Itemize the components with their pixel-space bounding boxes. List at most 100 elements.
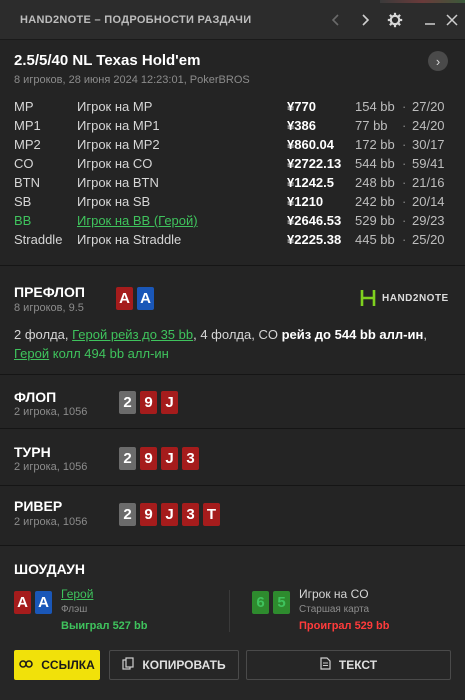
turn-title: ТУРН — [14, 444, 51, 460]
text-button[interactable]: ТЕКСТ — [246, 650, 451, 680]
playing-card: J — [161, 503, 178, 526]
player-stack: ¥2646.53 — [287, 213, 342, 228]
copy-icon — [122, 657, 135, 673]
action-text: колл 494 bb алл-ин — [49, 346, 169, 361]
playing-card: J — [161, 391, 178, 414]
player-name: Игрок на SB — [77, 194, 151, 209]
separator-dot: · — [402, 99, 407, 114]
river-title: РИВЕР — [14, 498, 63, 514]
playing-card: 2 — [119, 503, 136, 526]
player-stats: 25/20 — [412, 232, 445, 247]
player-stats: 27/20 — [412, 99, 445, 114]
flop-section — [0, 375, 465, 428]
link-icon — [19, 658, 33, 672]
player-stack-bb: 242 bb — [355, 194, 395, 209]
player-stats: 24/20 — [412, 118, 445, 133]
chevron-right-icon[interactable] — [355, 10, 375, 30]
player-row: MP Игрок на MP ¥770 154 bb · 27/20 — [0, 99, 465, 118]
player-stack-bb: 154 bb — [355, 99, 395, 114]
player-stack-bb: 77 bb — [355, 118, 388, 133]
player-name: Игрок на CO — [77, 156, 153, 171]
action-text: рейз до 544 bb алл-ин — [281, 327, 424, 342]
player-name[interactable]: Игрок на BB (Герой) — [77, 213, 198, 228]
playing-card: 3 — [182, 503, 199, 526]
player-stack-bb: 529 bb — [355, 213, 395, 228]
player-position: SB — [14, 194, 32, 209]
hero-name-link[interactable]: Герой — [61, 587, 93, 601]
villain-name: Игрок на CO — [299, 587, 369, 601]
playing-card: A — [14, 591, 31, 614]
hand2note-logo-text: HAND2NOTE — [382, 292, 449, 304]
copy-button[interactable]: КОПИРОВАТЬ — [109, 650, 239, 680]
flop-title: ФЛОП — [14, 389, 57, 405]
player-position: MP1 — [14, 118, 41, 133]
game-title: 2.5/5/40 NL Texas Hold'em — [14, 52, 201, 69]
separator-dot: · — [402, 175, 407, 190]
text-button-label: ТЕКСТ — [338, 658, 378, 672]
player-row: MP1 Игрок на MP1 ¥386 77 bb · 24/20 — [0, 118, 465, 137]
player-stack: ¥1242.5 — [287, 175, 334, 190]
player-row: MP2 Игрок на MP2 ¥860.04 172 bb · 30/17 — [0, 137, 465, 156]
chevron-left-icon[interactable] — [326, 10, 346, 30]
link-button-label: ССЫЛКА — [41, 658, 95, 672]
chevron-right-circle-icon[interactable]: › — [428, 51, 448, 71]
hero-hand-rank: Флэш — [61, 604, 88, 615]
player-row: BTN Игрок на BTN ¥1242.5 248 bb · 21/16 — [0, 175, 465, 194]
playing-card: A — [116, 287, 133, 310]
player-stack: ¥860.04 — [287, 137, 334, 152]
player-stack: ¥386 — [287, 118, 316, 133]
player-stack: ¥2722.13 — [287, 156, 342, 171]
player-stack: ¥770 — [287, 99, 316, 114]
gear-icon[interactable] — [385, 10, 405, 30]
action-text: 2 фолда, — [14, 327, 73, 342]
player-row: SB Игрок на SB ¥1210 242 bb · 20/14 — [0, 194, 465, 213]
player-name: Игрок на Straddle — [77, 232, 182, 247]
preflop-subtitle: 8 игроков, 9.5 — [14, 302, 84, 314]
player-position: CO — [14, 156, 34, 171]
player-stats: 29/23 — [412, 213, 445, 228]
player-stats: 21/16 — [412, 175, 445, 190]
link-button[interactable]: ССЫЛКА — [14, 650, 100, 680]
player-position: BTN — [14, 175, 40, 190]
villain-result: Проиграл 529 bb — [299, 620, 390, 632]
player-stats: 30/17 — [412, 137, 445, 152]
separator-dot: · — [402, 137, 407, 152]
hero-result: Выиграл 527 bb — [61, 620, 148, 632]
playing-card: A — [35, 591, 52, 614]
hand2note-logo-icon — [360, 289, 376, 307]
minimize-icon[interactable] — [420, 10, 440, 30]
separator-dot: · — [402, 232, 407, 247]
player-name: Игрок на MP2 — [77, 137, 160, 152]
player-row: Straddle Игрок на Straddle ¥2225.38 445 bb ·… — [0, 232, 465, 251]
separator-dot: · — [402, 118, 407, 133]
player-stats: 20/14 — [412, 194, 445, 209]
playing-card: 9 — [140, 391, 157, 414]
copy-button-label: КОПИРОВАТЬ — [142, 658, 226, 672]
playing-card: 9 — [140, 503, 157, 526]
separator-dot: · — [402, 156, 407, 171]
player-row: BB Игрок на BB (Герой) ¥2646.53 529 bb · 29/2… — [0, 213, 465, 232]
playing-card: 2 — [119, 391, 136, 414]
player-stack: ¥1210 — [287, 194, 324, 209]
villain-hand-rank: Старшая карта — [299, 604, 370, 615]
player-stack-bb: 248 bb — [355, 175, 395, 190]
playing-card: 6 — [252, 591, 269, 614]
separator-dot: · — [402, 194, 407, 209]
playing-card: A — [137, 287, 154, 310]
flop-subtitle: 2 игрока, 1056 — [14, 406, 88, 418]
player-stack-bb: 172 bb — [355, 137, 395, 152]
hero-link[interactable]: Герой — [14, 346, 49, 361]
player-name: Игрок на MP — [77, 99, 153, 114]
document-icon — [320, 657, 331, 673]
close-icon[interactable] — [442, 10, 462, 30]
player-position: MP — [14, 99, 34, 114]
window-titlebar: HAND2NOTE – ПОДРОБНОСТИ РАЗДАЧИ — [0, 0, 465, 40]
turn-subtitle: 2 игрока, 1056 — [14, 461, 88, 473]
game-subtitle: 8 игроков, 28 июня 2024 12:23:01, PokerB… — [14, 74, 250, 86]
preflop-title: ПРЕФЛОП — [14, 284, 85, 300]
separator-dot: · — [402, 213, 407, 228]
playing-card: J — [161, 447, 178, 470]
hero-action-link[interactable]: Герой рейз до 35 bb — [72, 327, 193, 342]
river-subtitle: 2 игрока, 1056 — [14, 516, 88, 528]
player-position: Straddle — [14, 232, 63, 247]
